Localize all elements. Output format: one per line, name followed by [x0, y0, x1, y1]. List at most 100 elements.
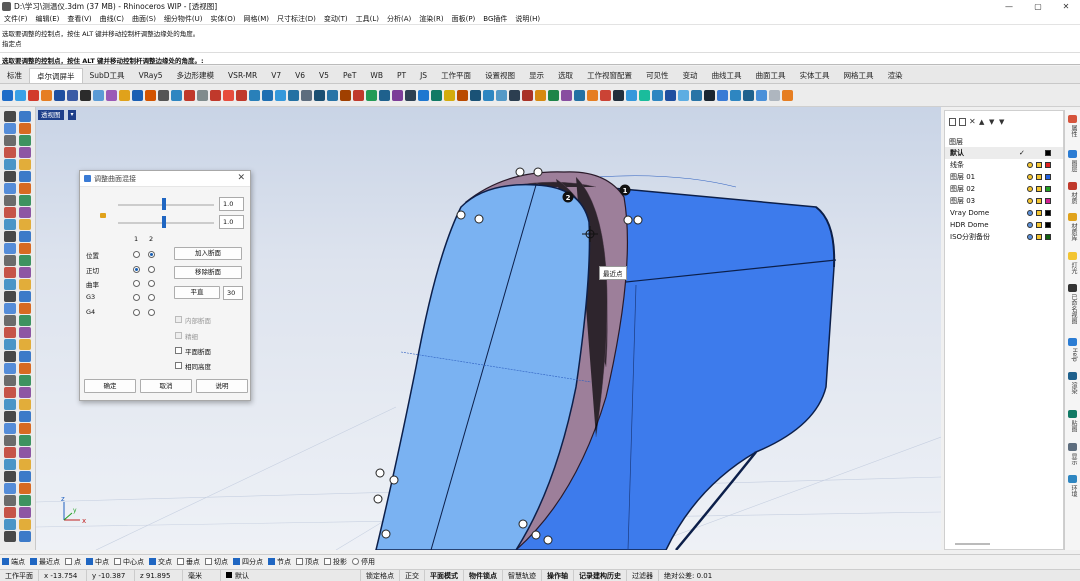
- left-tool-icon[interactable]: [4, 423, 16, 434]
- radio-curvature-2[interactable]: [148, 280, 155, 287]
- left-tool-icon[interactable]: [19, 231, 31, 242]
- tool-icon[interactable]: [743, 89, 754, 101]
- left-tool-icon[interactable]: [4, 339, 16, 350]
- menu-view[interactable]: 查看(V): [63, 14, 95, 24]
- tool-icon[interactable]: [210, 89, 221, 101]
- status-osnap[interactable]: 物件锁点: [464, 569, 503, 581]
- osnap-checkbox[interactable]: [114, 558, 121, 565]
- filter-icon[interactable]: ▼: [999, 118, 1006, 126]
- menu-bg-plugin[interactable]: BG插件: [479, 14, 511, 24]
- tool-icon[interactable]: [769, 89, 780, 101]
- layer-row[interactable]: 图层 02: [945, 183, 1063, 195]
- tool-icon[interactable]: [639, 89, 650, 101]
- tool-icon[interactable]: [340, 89, 351, 101]
- remove-section-button[interactable]: 移除断面: [174, 266, 242, 279]
- left-tool-icon[interactable]: [4, 363, 16, 374]
- left-tool-icon[interactable]: [19, 195, 31, 206]
- left-tool-icon[interactable]: [4, 135, 16, 146]
- tool-icon[interactable]: [392, 89, 403, 101]
- radio-position-1[interactable]: [133, 251, 140, 258]
- osnap-tangent[interactable]: 切点: [205, 557, 228, 567]
- menu-mesh[interactable]: 网格(M): [240, 14, 274, 24]
- left-tool-icon[interactable]: [19, 219, 31, 230]
- tool-icon[interactable]: [730, 89, 741, 101]
- tool-icon[interactable]: [197, 89, 208, 101]
- layer-row[interactable]: 图层 01: [945, 171, 1063, 183]
- left-tool-icon[interactable]: [4, 159, 16, 170]
- texture-icon[interactable]: [1068, 410, 1077, 418]
- named-view-icon[interactable]: [1068, 284, 1077, 292]
- tool-icon[interactable]: [379, 89, 390, 101]
- left-tool-icon[interactable]: [4, 495, 16, 506]
- osnap-checkbox[interactable]: [268, 558, 275, 565]
- tab-v5[interactable]: V5: [312, 68, 336, 83]
- left-tool-icon[interactable]: [4, 303, 16, 314]
- status-gumball[interactable]: 操作轴: [542, 569, 574, 581]
- status-smarttrack[interactable]: 智慧轨迹: [503, 569, 542, 581]
- environment-icon[interactable]: [1068, 475, 1077, 483]
- help-button[interactable]: 说明: [196, 379, 248, 393]
- tool-icon[interactable]: [249, 89, 260, 101]
- add-section-button[interactable]: 加入断面: [174, 247, 242, 260]
- tool-icon[interactable]: [418, 89, 429, 101]
- tool-icon[interactable]: [587, 89, 598, 101]
- side-tab-material[interactable]: 材质: [1068, 192, 1078, 204]
- left-tool-icon[interactable]: [4, 411, 16, 422]
- osnap-checkbox[interactable]: [324, 558, 331, 565]
- osnap-checkbox[interactable]: [296, 558, 303, 565]
- left-tool-icon[interactable]: [4, 387, 16, 398]
- layer-row-default[interactable]: 默认 ✓: [945, 147, 1063, 159]
- layer-color-swatch[interactable]: [1045, 222, 1051, 228]
- tool-icon[interactable]: [236, 89, 247, 101]
- new-sublayer-icon[interactable]: [959, 118, 966, 126]
- tab-select[interactable]: 选取: [551, 68, 580, 83]
- tab-curve-tools[interactable]: 曲线工具: [705, 68, 749, 83]
- left-tool-icon[interactable]: [19, 303, 31, 314]
- status-cplane[interactable]: 工作平面: [0, 569, 39, 581]
- menu-subd[interactable]: 细分物件(U): [160, 14, 207, 24]
- tool-icon[interactable]: [171, 89, 182, 101]
- status-planar[interactable]: 平面模式: [425, 569, 464, 581]
- left-tool-icon[interactable]: [4, 171, 16, 182]
- side-tab-layers[interactable]: 图层: [1068, 160, 1078, 172]
- tool-icon[interactable]: [613, 89, 624, 101]
- lock-icon[interactable]: [1036, 210, 1042, 216]
- left-tool-icon[interactable]: [4, 459, 16, 470]
- left-tool-icon[interactable]: [4, 279, 16, 290]
- tool-icon[interactable]: [93, 89, 104, 101]
- radio-curvature-1[interactable]: [133, 280, 140, 287]
- layer-row[interactable]: 线条: [945, 159, 1063, 171]
- osnap-checkbox[interactable]: [233, 558, 240, 565]
- osnap-project[interactable]: 投影: [324, 557, 347, 567]
- lock-icon[interactable]: [1036, 162, 1042, 168]
- osnap-checkbox[interactable]: [2, 558, 9, 565]
- left-tool-icon[interactable]: [4, 231, 16, 242]
- lightbulb-icon[interactable]: [1027, 210, 1033, 216]
- left-tool-icon[interactable]: [19, 423, 31, 434]
- lock-icon[interactable]: [1036, 198, 1042, 204]
- tool-icon[interactable]: [41, 89, 52, 101]
- tab-setview[interactable]: 设置视图: [478, 68, 522, 83]
- lightbulb-icon[interactable]: [1027, 162, 1033, 168]
- left-tool-icon[interactable]: [19, 123, 31, 134]
- layer-color-swatch[interactable]: [1045, 210, 1051, 216]
- lightbulb-icon[interactable]: [1027, 198, 1033, 204]
- ok-button[interactable]: 确定: [84, 379, 136, 393]
- osnap-checkbox[interactable]: [30, 558, 37, 565]
- tool-icon[interactable]: [80, 89, 91, 101]
- left-tool-icon[interactable]: [4, 147, 16, 158]
- osnap-checkbox[interactable]: [86, 558, 93, 565]
- left-tool-icon[interactable]: [19, 411, 31, 422]
- side-tab-material-library[interactable]: 材质库: [1068, 223, 1078, 241]
- left-tool-icon[interactable]: [19, 531, 31, 542]
- help-icon[interactable]: [1068, 338, 1077, 346]
- tool-icon[interactable]: [353, 89, 364, 101]
- left-tool-icon[interactable]: [4, 447, 16, 458]
- blend-value-1-input[interactable]: 1.0: [219, 197, 244, 211]
- left-tool-icon[interactable]: [19, 315, 31, 326]
- menu-edit[interactable]: 编辑(E): [32, 14, 64, 24]
- osnap-mid[interactable]: 中点: [86, 557, 109, 567]
- osnap-intersection[interactable]: 交点: [149, 557, 172, 567]
- tab-js[interactable]: JS: [413, 68, 434, 83]
- tool-icon[interactable]: [184, 89, 195, 101]
